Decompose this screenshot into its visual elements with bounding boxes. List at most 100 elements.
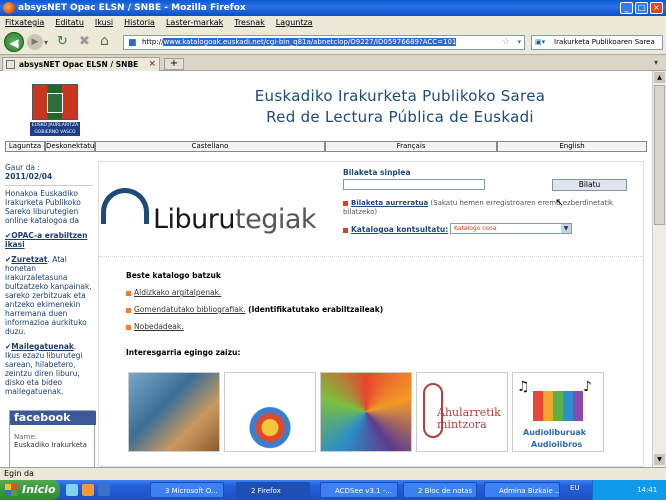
bullet-icon: [343, 200, 348, 206]
coat-of-arms-icon: [47, 93, 63, 113]
windows-logo-icon: [5, 484, 17, 496]
book-arc-icon: [101, 188, 149, 224]
bullet-icon: [126, 290, 131, 296]
start-label: Inicio: [22, 483, 56, 496]
history-dropdown-icon[interactable]: ▾: [44, 38, 48, 47]
scroll-down-icon[interactable]: ▼: [654, 454, 665, 465]
music-note-icon: ♫: [517, 379, 530, 395]
status-bar: Egin da: [0, 467, 666, 480]
bookmark-star-icon[interactable]: ☆: [502, 36, 510, 49]
banner-title-spanish: Red de Lectura Pública de Euskadi: [266, 108, 534, 126]
menu-bookmarks[interactable]: Laster-markak: [166, 18, 223, 27]
list-item: Gomendatutako bibliografiak. (Identifika…: [126, 305, 383, 314]
close-button[interactable]: ×: [650, 2, 663, 14]
search-engine-box[interactable]: ▣▾ Irakurketa Publikoaren Sarea: [531, 35, 663, 50]
facebook-logo[interactable]: facebook: [10, 411, 96, 425]
new-items-link[interactable]: Nobedadeak.: [134, 322, 184, 331]
menu-edit[interactable]: Editatu: [55, 18, 84, 27]
search-engine-icon[interactable]: ▣▾: [535, 36, 545, 49]
maximize-button[interactable]: □: [635, 2, 648, 14]
menu-file[interactable]: Fitxategia: [5, 18, 44, 27]
forward-button[interactable]: ▶: [27, 34, 43, 50]
task-button[interactable]: ACDSee v3.1 -...: [320, 482, 398, 498]
menu-tools[interactable]: Tresnak: [234, 18, 265, 27]
tab-active[interactable]: absysNET Opac ELSN / SNBE ×: [2, 57, 160, 71]
task-button[interactable]: 2 Firefox: [236, 482, 310, 498]
reload-icon[interactable]: ↻: [57, 34, 68, 49]
mailegatuenak-link[interactable]: Mailegatuenak: [11, 342, 74, 351]
menu-history[interactable]: Historia: [124, 18, 155, 27]
zuretzat-desc: . Atal honetan irakurzaletasuna bultzatz…: [5, 255, 92, 336]
search-engine-text: Irakurketa Publikoaren Sarea: [554, 38, 655, 46]
disconnect-link[interactable]: Deskonektatu: [45, 141, 95, 152]
home-icon[interactable]: ⌂: [100, 33, 109, 49]
mailegatuenak-desc: . Ikus ezazu liburutegi sarean, hilabete…: [5, 342, 83, 396]
minimize-button[interactable]: _: [620, 2, 633, 14]
bibliographies-link[interactable]: Gomendatutako bibliografiak.: [134, 305, 246, 314]
bullet-icon: [343, 227, 348, 233]
periodicals-link[interactable]: Aldizkako argitalpenak.: [134, 288, 221, 297]
url-dropdown-icon[interactable]: ▾: [517, 36, 521, 49]
thumb-caption: Ahularretik mintzora: [437, 406, 501, 431]
quicklaunch-icon[interactable]: [82, 484, 94, 496]
quicklaunch-icon[interactable]: [66, 484, 78, 496]
catalog-select-value: Katalogo osoa: [454, 225, 497, 232]
scroll-up-icon[interactable]: ▲: [654, 72, 665, 83]
fb-name-value: Euskadiko Irakurketa: [14, 441, 87, 449]
catalog-consult-link[interactable]: Katalogoa kontsultatu:: [351, 225, 448, 234]
url-bar[interactable]: ■ http://www.katalogoak.euskadi.net/cgi-…: [123, 35, 525, 50]
catalog-select[interactable]: Katalogo osoa ▼: [450, 223, 572, 234]
lang-castellano[interactable]: Castellano: [95, 141, 325, 152]
thumbnail-audiobooks[interactable]: ♫ ♪ Audioliburuak Audiolibros: [512, 372, 604, 452]
task-button[interactable]: 3 Microsoft O...: [150, 482, 224, 498]
vertical-scrollbar[interactable]: ▲ ▼: [652, 71, 666, 467]
other-catalogs-title: Beste katalogo batzuk: [126, 271, 221, 280]
start-button[interactable]: Inicio: [0, 480, 60, 500]
cursor-icon: ↖: [555, 196, 565, 209]
language-indicator[interactable]: EU: [570, 484, 580, 492]
url-prefix: http://: [142, 38, 164, 46]
page-favicon-icon: [6, 60, 15, 69]
task-button[interactable]: Admina Bizkaie ...: [484, 482, 560, 498]
clock[interactable]: 14:41: [637, 486, 657, 494]
lang-francais[interactable]: Français: [325, 141, 497, 152]
status-text: Egin da: [4, 469, 34, 478]
new-tab-button[interactable]: +: [164, 58, 184, 70]
section-divider: [99, 256, 643, 257]
menu-help[interactable]: Laguntza: [276, 18, 313, 27]
thumb-caption: Audiolibros: [531, 440, 583, 449]
chevron-down-icon[interactable]: ▼: [561, 224, 571, 233]
bullet-icon: [126, 324, 131, 330]
task-button[interactable]: 2 Bloc de notas: [403, 482, 477, 498]
thumbnail-ahularretik[interactable]: Ahularretik mintzora: [416, 372, 508, 452]
logo-text-suffix: tegiak: [235, 204, 317, 235]
tab-close-icon[interactable]: ×: [148, 58, 156, 71]
menu-view[interactable]: Ikusi: [95, 18, 113, 27]
advanced-search-link[interactable]: Bilaketa aurreratua: [351, 199, 428, 207]
zuretzat-link[interactable]: Zuretzat: [11, 255, 47, 264]
windows-taskbar: Inicio 3 Microsoft O... 2 Firefox ACDSee…: [0, 480, 666, 500]
liburutegiak-logo: Liburutegiak: [99, 180, 335, 235]
tab-list-icon[interactable]: ▾: [654, 58, 658, 67]
simple-search-input[interactable]: [343, 179, 485, 190]
back-button[interactable]: ◀: [4, 32, 24, 52]
search-button[interactable]: Bilatu: [552, 179, 627, 191]
banner-title-basque: Euskadiko Irakurketa Publikoko Sarea: [254, 87, 546, 105]
books-icon: [533, 391, 583, 421]
date-value: 2011/02/04: [5, 172, 53, 181]
interesting-title: Interesgarria egingo zaizu:: [126, 348, 241, 357]
tab-label: absysNET Opac ELSN / SNBE: [19, 60, 139, 69]
learn-opac-link[interactable]: OPAC-a erabiltzen ikasi: [5, 231, 87, 249]
scroll-thumb[interactable]: [654, 85, 665, 225]
facebook-widget: facebook Name: Euskadiko Irakurketa: [9, 410, 96, 467]
language-bar: Laguntza Deskonektatu Castellano Françai…: [5, 141, 652, 152]
quicklaunch-icon[interactable]: [98, 484, 110, 496]
thumbnail-star-logo[interactable]: [320, 372, 412, 452]
thumbnail-library-illustration[interactable]: [128, 372, 220, 452]
tab-bar: absysNET Opac ELSN / SNBE × + ▾: [0, 56, 666, 71]
thumbnail-figures[interactable]: [224, 372, 316, 452]
help-link[interactable]: Laguntza: [5, 141, 45, 152]
lang-english[interactable]: English: [497, 141, 647, 152]
stop-icon[interactable]: ✖: [79, 34, 90, 49]
site-identity-icon: ■: [128, 38, 137, 48]
